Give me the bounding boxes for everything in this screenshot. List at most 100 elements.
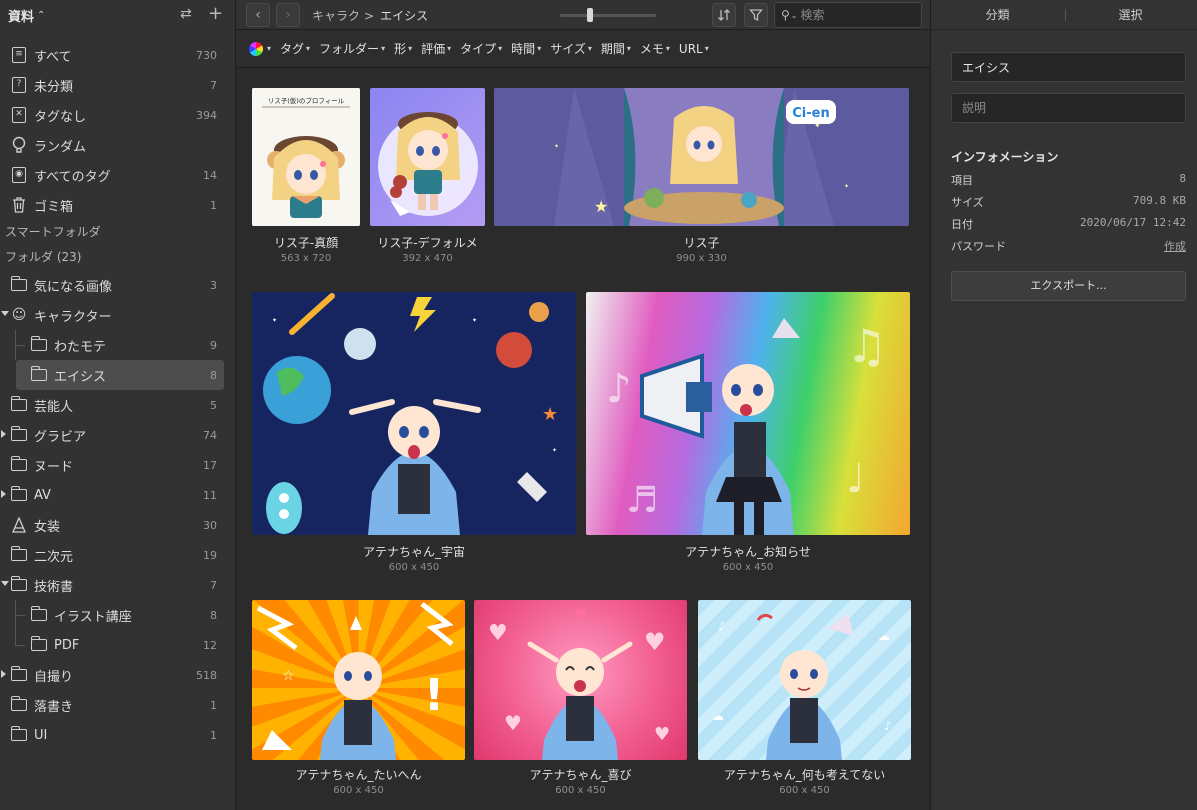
thumbnail[interactable] xyxy=(370,88,485,226)
folder-label: 気になる画像 xyxy=(34,279,113,295)
sidebar-item-unsorted[interactable]: ? 未分類 7 xyxy=(0,70,235,100)
forward-button[interactable]: › xyxy=(276,3,300,27)
thumbnail[interactable]: ♪ ♫ ♬ ♩ xyxy=(586,292,910,535)
sync-icon[interactable]: ⇄ xyxy=(180,6,192,22)
folder-item[interactable]: 女装 30 xyxy=(0,510,235,540)
breadcrumb-parent[interactable]: キャラクター xyxy=(312,7,358,24)
folders-section[interactable]: フォルダ (23) xyxy=(0,245,235,270)
folder-item[interactable]: 二次元 19 xyxy=(0,540,235,570)
filter-dropdown[interactable]: サイズ ▾ xyxy=(550,40,592,57)
filter-dropdown[interactable]: 時間 ▾ xyxy=(511,40,541,57)
folder-label: 芸能人 xyxy=(34,399,74,415)
svg-text:♥: ♥ xyxy=(644,628,666,656)
filter-label: 期間 xyxy=(600,42,625,56)
folder-item[interactable]: 技術書 7 xyxy=(0,570,235,600)
folder-count: 11 xyxy=(203,488,217,502)
folder-label: キャラクター xyxy=(34,309,112,325)
folder-item[interactable]: 芸能人 5 xyxy=(0,390,235,420)
thumbnail[interactable]: ♥ ♥ ♥ ♥ ♥ xyxy=(474,600,687,760)
folder-icon xyxy=(10,456,28,474)
svg-text:♪: ♪ xyxy=(606,366,632,412)
folder-item[interactable]: ☺ キャラクター xyxy=(0,300,235,330)
folder-item[interactable]: ヌード 17 xyxy=(0,450,235,480)
expand-chevron-icon[interactable] xyxy=(1,311,9,316)
thumbnail[interactable]: ♪ ☁ ☁ ♪ xyxy=(698,600,911,760)
color-filter[interactable]: ▾ xyxy=(249,41,271,56)
expand-chevron-icon[interactable] xyxy=(1,581,9,586)
info-value: 709.8 KB xyxy=(1133,194,1186,207)
folder-item[interactable]: 気になる画像 3 xyxy=(0,270,235,300)
filter-dropdown[interactable]: 形 ▾ xyxy=(394,40,412,57)
folder-count: 74 xyxy=(203,428,217,442)
folder-item[interactable]: UI 1 xyxy=(0,720,235,750)
thumbnail[interactable]: ! ☆ xyxy=(252,600,465,760)
grid-item[interactable]: ♪ ☁ ☁ ♪ アテナちゃん_何も考えてない 600 x 450 xyxy=(698,600,911,802)
folder-item-selected[interactable]: エイシス 8 xyxy=(16,360,224,390)
add-icon[interactable]: + xyxy=(208,3,223,24)
library-header: 資料 ⌃ ⇄ + xyxy=(0,0,235,30)
filter-dropdown[interactable]: URL ▾ xyxy=(679,40,709,57)
grid-item[interactable]: ★ ✦ ✦ ✦ アテナちゃん_宇宙 600 x 450 xyxy=(252,292,576,576)
filter-dropdown[interactable]: 期間 ▾ xyxy=(601,40,631,57)
filter-label: 形 xyxy=(394,42,407,56)
chevron-down-icon: ▾ xyxy=(498,44,503,53)
breadcrumb-current[interactable]: エイシス xyxy=(380,7,428,24)
grid-item[interactable]: リス子(仮)のプロフィール リス子-真顔 563 x 720 xyxy=(252,88,360,268)
folder-item[interactable]: PDF 12 xyxy=(0,630,235,660)
grid-item[interactable]: ♪ ♫ ♬ ♩ アテナちゃん_お知らせ 600 x 450 xyxy=(586,292,910,576)
sidebar-item-all-tags[interactable]: ◉ すべてのタグ 14 xyxy=(0,160,235,190)
folder-item[interactable]: AV 11 xyxy=(0,480,235,510)
search-input[interactable] xyxy=(800,8,911,22)
folder-item[interactable]: わたモテ 9 xyxy=(0,330,235,360)
triangle-folder-icon xyxy=(10,516,28,534)
sidebar-item-trash[interactable]: ゴミ箱 1 xyxy=(0,190,235,220)
folder-item[interactable]: 落書き 1 xyxy=(0,690,235,720)
filter-dropdown[interactable]: タイプ ▾ xyxy=(460,40,502,57)
thumbnail[interactable]: リス子(仮)のプロフィール xyxy=(252,88,360,226)
info-row-date: 日付 2020/06/17 12:42 xyxy=(951,216,1186,232)
grid-item[interactable]: ! ☆ アテナちゃん_たいへん 600 x 450 xyxy=(252,600,465,802)
description-field[interactable] xyxy=(951,93,1186,123)
folder-item[interactable]: イラスト講座 8 xyxy=(0,600,235,630)
sort-button[interactable] xyxy=(712,3,736,27)
filter-dropdown[interactable]: タグ ▾ xyxy=(280,40,310,57)
sidebar-item-all[interactable]: ≡ すべて 730 xyxy=(0,40,235,70)
search-dropdown-icon[interactable]: ⌄ xyxy=(791,11,798,20)
svg-text:☁: ☁ xyxy=(712,709,724,723)
filter-dropdown[interactable]: フォルダー ▾ xyxy=(319,40,385,57)
info-key: 項目 xyxy=(951,174,973,187)
folder-item[interactable]: 自撮り 518 xyxy=(0,660,235,690)
thumbnail[interactable]: ★ ✦ ✦ ✦ xyxy=(252,292,576,535)
tag-icon: ◉ xyxy=(10,166,28,184)
export-button[interactable]: エクスポート... xyxy=(951,271,1186,301)
filter-dropdown[interactable]: メモ ▾ xyxy=(640,40,670,57)
sidebar-item-random[interactable]: ランダム xyxy=(0,130,235,160)
grid-item[interactable]: ★ ✦ ✦ ✦ Ci-en リス子 990 x 330 xyxy=(494,88,909,268)
folder-count: 12 xyxy=(203,638,217,652)
zoom-slider[interactable] xyxy=(560,8,656,22)
expand-chevron-icon[interactable] xyxy=(1,670,6,678)
back-button[interactable]: ‹ xyxy=(246,3,270,27)
sidebar-item-untagged[interactable]: ✕ タグなし 394 xyxy=(0,100,235,130)
grid-item[interactable]: ♥ ♥ ♥ ♥ ♥ アテナちゃん_喜び 600 x 450 xyxy=(474,600,687,802)
folder-item[interactable]: グラビア 74 xyxy=(0,420,235,450)
filter-dropdown[interactable]: 評価 ▾ xyxy=(421,40,451,57)
smart-folder-section[interactable]: スマートフォルダ xyxy=(0,220,235,245)
sidebar-item-count: 394 xyxy=(196,108,217,122)
tab-classify[interactable]: 分類 xyxy=(931,0,1064,29)
grid-item[interactable]: リス子-デフォルメ 392 x 470 xyxy=(370,88,485,268)
folder-count: 7 xyxy=(210,578,217,592)
search-box[interactable]: ⚲ ⌄ xyxy=(774,2,922,28)
filter-button[interactable] xyxy=(744,3,768,27)
tab-select[interactable]: 選択 xyxy=(1064,0,1197,29)
expand-chevron-icon[interactable] xyxy=(1,430,6,438)
zoom-slider-knob[interactable] xyxy=(587,8,593,22)
expand-chevron-icon[interactable] xyxy=(1,490,6,498)
folder-name-field[interactable] xyxy=(951,52,1186,82)
library-chevron-icon[interactable]: ⌃ xyxy=(37,10,45,21)
library-switcher[interactable]: 資料 xyxy=(8,6,34,25)
thumbnail[interactable]: ★ ✦ ✦ ✦ Ci-en xyxy=(494,88,909,226)
info-row-password: パスワード 作成 xyxy=(951,238,1186,254)
folder-icon xyxy=(10,696,28,714)
create-password-link[interactable]: 作成 xyxy=(1164,238,1186,254)
